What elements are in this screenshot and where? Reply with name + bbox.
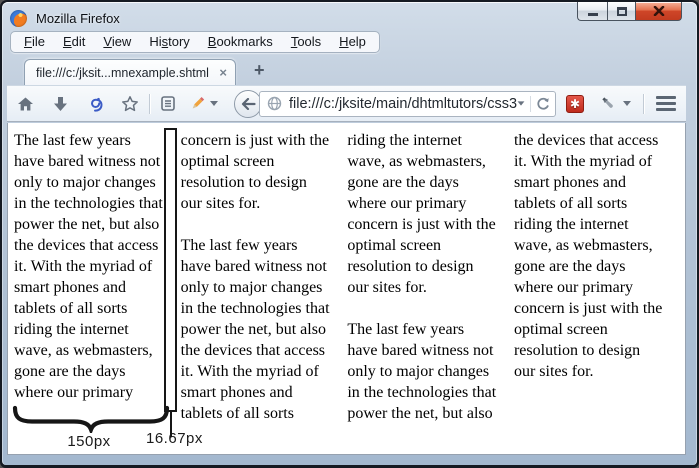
urlbar-dropdown-icon[interactable] bbox=[518, 101, 525, 105]
menu-panel-button[interactable] bbox=[656, 96, 676, 111]
reload-icon[interactable] bbox=[536, 97, 550, 111]
column-gap-highlight-rect bbox=[164, 128, 177, 412]
seahorse-icon bbox=[87, 95, 104, 112]
menu-tools[interactable]: Tools bbox=[282, 32, 330, 52]
multi-column-text: The last few years have bared witness no… bbox=[14, 130, 664, 445]
active-tab[interactable]: file:///c:/jksit...mnexample.shtml × bbox=[24, 59, 236, 85]
menu-history[interactable]: History bbox=[140, 32, 198, 52]
menu-help[interactable]: Help bbox=[330, 32, 375, 52]
new-tab-button[interactable]: + bbox=[254, 61, 265, 79]
toolbar-separator-2 bbox=[643, 94, 644, 114]
close-button[interactable] bbox=[636, 2, 682, 21]
bookmarks-menu-button[interactable] bbox=[160, 95, 176, 112]
paragraph: riding the internet wave, as webmasters,… bbox=[347, 130, 497, 298]
close-icon bbox=[653, 6, 665, 16]
url-input[interactable]: file:///c:/jksite/main/dhtmltutors/css3c… bbox=[289, 96, 517, 112]
paragraph: The last few years have bared witness no… bbox=[347, 319, 497, 424]
browser-window: Mozilla Firefox File Edit View History B… bbox=[0, 0, 699, 468]
globe-icon[interactable] bbox=[267, 96, 282, 111]
title-bar: Mozilla Firefox bbox=[10, 7, 120, 29]
home-button[interactable] bbox=[17, 96, 34, 112]
menu-edit[interactable]: Edit bbox=[54, 32, 94, 52]
downloads-button[interactable] bbox=[53, 96, 68, 112]
paragraph: The last few years have bared witness no… bbox=[181, 235, 331, 424]
colorpicker-dropdown-icon[interactable] bbox=[623, 101, 631, 106]
column-width-label: 150px bbox=[56, 433, 122, 450]
hamburger-icon bbox=[656, 96, 676, 99]
page-viewport: The last few years have bared witness no… bbox=[7, 123, 686, 455]
firefox-logo-icon bbox=[10, 10, 27, 27]
pencil-icon bbox=[189, 95, 206, 112]
minimize-button[interactable] bbox=[577, 2, 607, 21]
text-column-3: riding the internet wave, as webmasters,… bbox=[347, 130, 497, 445]
edit-addon-button[interactable] bbox=[189, 95, 206, 112]
paragraph: the devices that access it. With the myr… bbox=[514, 130, 664, 382]
menu-view[interactable]: View bbox=[94, 32, 140, 52]
window-title: Mozilla Firefox bbox=[36, 11, 120, 26]
bookmark-star-button[interactable] bbox=[121, 95, 139, 112]
menu-bookmarks[interactable]: Bookmarks bbox=[199, 32, 282, 52]
paragraph: concern is just with the optimal screen … bbox=[181, 130, 331, 214]
text-column-1: The last few years have bared witness no… bbox=[14, 130, 164, 445]
back-arrow-icon bbox=[241, 98, 256, 110]
text-column-2: concern is just with the optimal screen … bbox=[181, 130, 331, 445]
tab-close-button[interactable]: × bbox=[219, 66, 227, 79]
toolbar-separator bbox=[149, 94, 150, 114]
column-width-brace bbox=[12, 405, 172, 433]
url-bar[interactable]: file:///c:/jksite/main/dhtmltutors/css3c… bbox=[259, 91, 556, 117]
maximize-icon bbox=[617, 7, 627, 16]
maximize-button[interactable] bbox=[607, 2, 636, 21]
column-gap-label: 16.67px bbox=[146, 430, 203, 447]
window-controls bbox=[577, 2, 682, 21]
eyedropper-icon bbox=[600, 95, 618, 113]
minimize-icon bbox=[588, 13, 598, 16]
tab-bar: file:///c:/jksit...mnexample.shtml × + bbox=[7, 53, 686, 85]
back-button[interactable] bbox=[234, 90, 262, 118]
home-icon bbox=[17, 96, 34, 112]
download-arrow-icon bbox=[53, 96, 68, 112]
colorpicker-addon-button[interactable] bbox=[600, 95, 618, 113]
star-icon bbox=[121, 95, 139, 112]
tab-title: file:///c:/jksit...mnexample.shtml bbox=[36, 66, 213, 80]
urlbar-separator bbox=[530, 96, 531, 112]
paragraph: The last few years have bared witness no… bbox=[14, 130, 164, 403]
navigation-toolbar: file:///c:/jksite/main/dhtmltutors/css3c… bbox=[7, 85, 686, 122]
menu-bar: File Edit View History Bookmarks Tools H… bbox=[10, 31, 380, 53]
toolbar-overflow-chevron-icon[interactable] bbox=[210, 101, 218, 106]
seahorse-addon-button[interactable] bbox=[87, 95, 104, 112]
text-column-4: the devices that access it. With the myr… bbox=[514, 130, 664, 445]
red-asterisk-addon-button[interactable]: ✱ bbox=[566, 95, 584, 113]
menu-file[interactable]: File bbox=[15, 32, 54, 52]
clipboard-icon bbox=[160, 95, 176, 112]
